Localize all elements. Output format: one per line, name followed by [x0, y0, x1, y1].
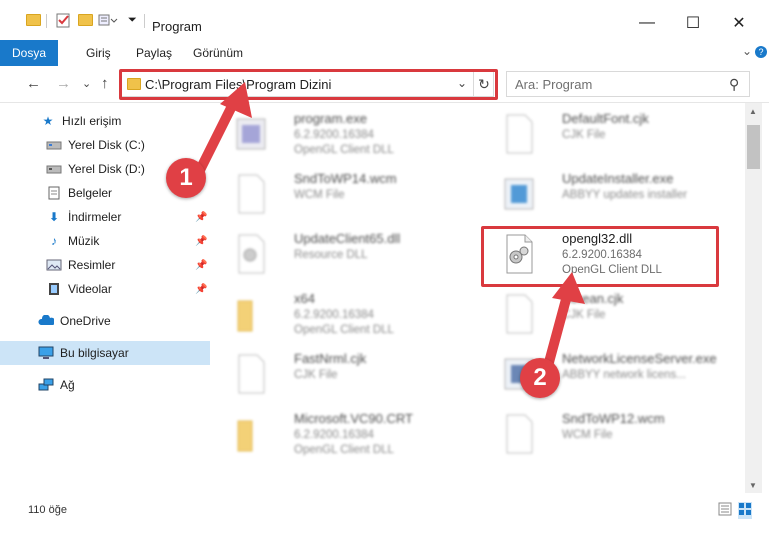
- annotation-arrows: [195, 82, 585, 371]
- arrow-one-shaft: [195, 95, 240, 175]
- arrow-two-shaft: [543, 287, 573, 371]
- step-badge-two: 2: [520, 358, 560, 398]
- arrow-two-head: [552, 272, 585, 304]
- step-badge-one: 1: [166, 158, 206, 198]
